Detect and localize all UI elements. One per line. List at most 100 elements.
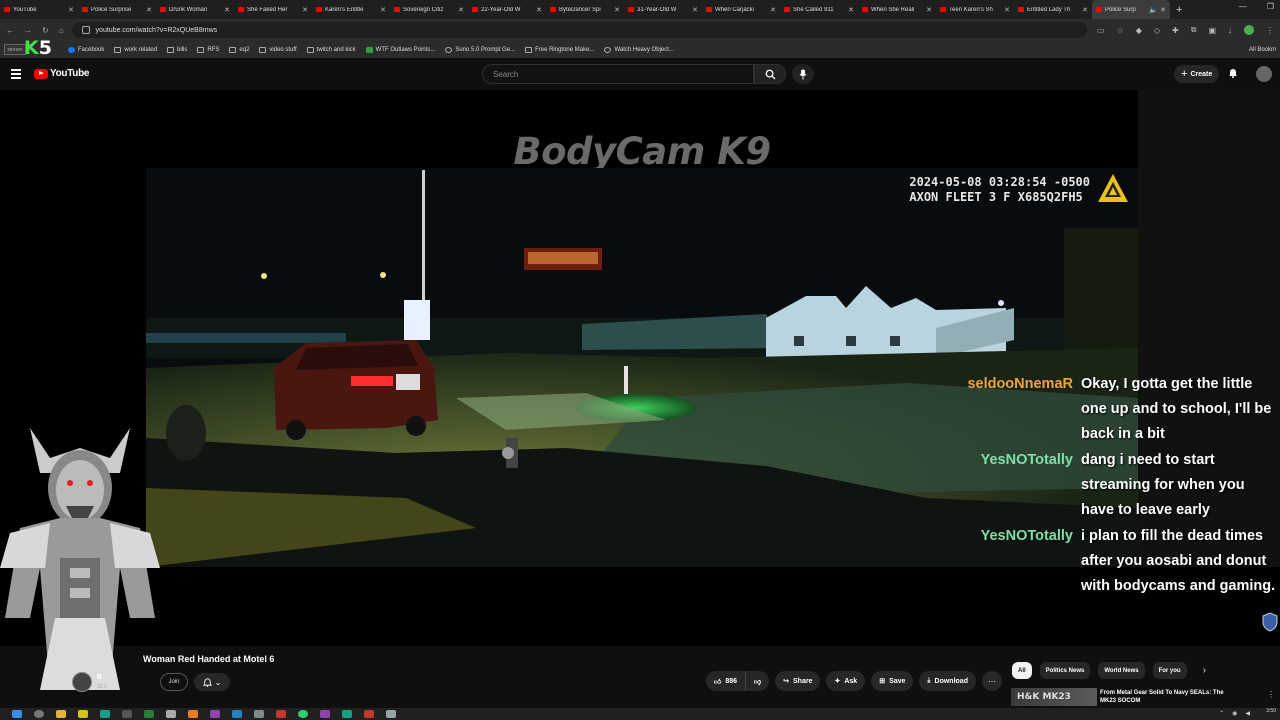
minimize-icon[interactable]: —: [1239, 2, 1247, 11]
chevron-up-icon[interactable]: ⌃: [1219, 710, 1224, 717]
file-explorer-icon[interactable]: [56, 710, 66, 718]
app-icon[interactable]: [232, 710, 242, 718]
app-icon[interactable]: [210, 710, 220, 718]
app-icon[interactable]: [100, 710, 110, 718]
search-button[interactable]: [754, 64, 786, 84]
like-button[interactable]: 👍︎ 886: [706, 671, 747, 691]
close-icon[interactable]: ✕: [224, 6, 230, 14]
browser-tab[interactable]: 31-Year-Old W ✕: [624, 0, 702, 19]
cast-icon[interactable]: ▭: [1097, 26, 1105, 35]
forward-icon[interactable]: →: [24, 26, 32, 35]
all-bookmarks[interactable]: All Bookm: [1249, 47, 1276, 53]
volume-icon[interactable]: ◀: [1245, 710, 1250, 717]
app-icon[interactable]: [364, 710, 374, 718]
clock[interactable]: 3:50: [1266, 708, 1276, 714]
close-icon[interactable]: ✕: [692, 6, 698, 14]
bookmark-folder[interactable]: video stuff: [259, 46, 297, 53]
app-icon[interactable]: [276, 710, 286, 718]
download-icon[interactable]: ↓: [1228, 26, 1232, 35]
browser-tab[interactable]: Entitled Lady Th ✕: [1014, 0, 1092, 19]
browser-tab[interactable]: 22-Year-Old W ✕: [468, 0, 546, 19]
browser-tab[interactable]: She Called 911 ✕: [780, 0, 858, 19]
bookmark-folder[interactable]: RFS: [197, 46, 219, 53]
subscription-bell-button[interactable]: ⌄: [194, 673, 230, 691]
notifications-bell-icon[interactable]: [1228, 67, 1238, 81]
chevron-right-icon[interactable]: ›: [1203, 665, 1206, 676]
chip-all[interactable]: All: [1012, 662, 1032, 679]
browser-tab[interactable]: She Faked Her ✕: [234, 0, 312, 19]
close-icon[interactable]: ✕: [536, 6, 542, 14]
speaker-icon[interactable]: 🔈: [1149, 6, 1158, 14]
start-icon[interactable]: [12, 710, 22, 718]
close-icon[interactable]: ✕: [848, 6, 854, 14]
menu-dots-icon[interactable]: ⋮: [1266, 26, 1274, 35]
chip-politics-news[interactable]: Politics News: [1039, 662, 1091, 679]
app-icon[interactable]: [144, 710, 154, 718]
app-icon[interactable]: [320, 710, 330, 718]
bookmark-link[interactable]: Free Ringtone Make...: [525, 46, 594, 53]
bookmark-link[interactable]: Watch Heavy Object...: [604, 46, 674, 53]
youtube-logo[interactable]: YouTube: [34, 68, 90, 79]
browser-tab[interactable]: Sovereign Citiz ✕: [390, 0, 468, 19]
app-icon[interactable]: [122, 710, 132, 718]
browser-tab[interactable]: Teen Karen's Sh ✕: [936, 0, 1014, 19]
ask-button[interactable]: ✦ Ask: [826, 671, 866, 691]
close-icon[interactable]: ✕: [146, 6, 152, 14]
close-icon[interactable]: ✕: [770, 6, 776, 14]
close-icon[interactable]: ✕: [302, 6, 308, 14]
browser-tab[interactable]: YouTube ✕: [0, 0, 78, 19]
chrome-icon[interactable]: [298, 710, 308, 718]
bookmark-folder[interactable]: eq2: [229, 46, 249, 53]
network-icon[interactable]: ◉: [1232, 710, 1237, 717]
chip-for-you[interactable]: For you: [1152, 662, 1187, 679]
bookmark-folder[interactable]: bills: [167, 46, 187, 53]
close-icon[interactable]: ✕: [614, 6, 620, 14]
profile-avatar[interactable]: [1244, 25, 1254, 35]
more-options-icon[interactable]: ⋮: [1267, 690, 1275, 699]
recommended-video[interactable]: H&K MK23 From Metal Gear Solid To Navy S…: [1011, 688, 1279, 706]
browser-tab[interactable]: Police Surprise ✕: [78, 0, 156, 19]
more-actions-icon[interactable]: ⋯: [981, 671, 1002, 691]
url-field[interactable]: youtube.com/watch?v=R2xQUeB8mws: [71, 22, 1087, 38]
browser-tab-active[interactable]: Police Surp 🔈 ✕: [1092, 0, 1170, 19]
join-button[interactable]: Join: [160, 673, 188, 691]
voice-search-button[interactable]: [792, 64, 814, 84]
extension-icon[interactable]: ✚: [1172, 26, 1179, 35]
sidebar-icon[interactable]: ▣: [1208, 26, 1216, 35]
search-icon[interactable]: [34, 710, 44, 718]
close-icon[interactable]: ✕: [1082, 6, 1088, 14]
channel-name[interactable]: B: [97, 674, 102, 681]
create-button[interactable]: + Create: [1174, 65, 1220, 83]
bookmark-folder[interactable]: work related: [114, 46, 157, 53]
extensions-puzzle-icon[interactable]: ⧉: [1191, 25, 1197, 35]
home-icon[interactable]: ⌂: [59, 26, 64, 35]
app-icon[interactable]: [386, 710, 396, 718]
channel-avatar[interactable]: [72, 672, 92, 692]
close-icon[interactable]: ✕: [458, 6, 464, 14]
save-button[interactable]: ⊞ Save: [871, 671, 914, 691]
close-icon[interactable]: ✕: [1004, 6, 1010, 14]
dislike-button[interactable]: 👎︎: [746, 671, 770, 691]
bookmark-facebook[interactable]: Facebook: [68, 46, 104, 53]
extension-icon[interactable]: ◇: [1154, 26, 1160, 35]
search-input[interactable]: Search: [482, 64, 754, 84]
app-icon[interactable]: [342, 710, 352, 718]
browser-tab[interactable]: ByteDancer Spi ✕: [546, 0, 624, 19]
share-button[interactable]: ↪ Share: [775, 671, 821, 691]
browser-tab[interactable]: Drunk Woman ✕: [156, 0, 234, 19]
new-tab-button[interactable]: +: [1176, 4, 1182, 16]
close-icon[interactable]: ✕: [926, 6, 932, 14]
bookmark-star-icon[interactable]: ☆: [1117, 26, 1124, 35]
recommended-title[interactable]: From Metal Gear Solid To Navy SEALs: The…: [1100, 689, 1240, 705]
bookmark-link[interactable]: WTF Outlaws Points...: [365, 46, 435, 53]
browser-tab[interactable]: When Carjacki ✕: [702, 0, 780, 19]
close-icon[interactable]: ✕: [380, 6, 386, 14]
chip-world-news[interactable]: World News: [1098, 662, 1145, 679]
video-player[interactable]: BodyCam K9 2024-05-08 03:28:54 -0500 AXO…: [0, 90, 1280, 690]
app-icon[interactable]: [254, 710, 264, 718]
reload-icon[interactable]: ↻: [42, 26, 49, 35]
account-avatar[interactable]: [1256, 66, 1272, 82]
browser-tab[interactable]: When She Reali ✕: [858, 0, 936, 19]
app-icon[interactable]: [188, 710, 198, 718]
download-button[interactable]: ⤓ Download: [919, 671, 976, 691]
